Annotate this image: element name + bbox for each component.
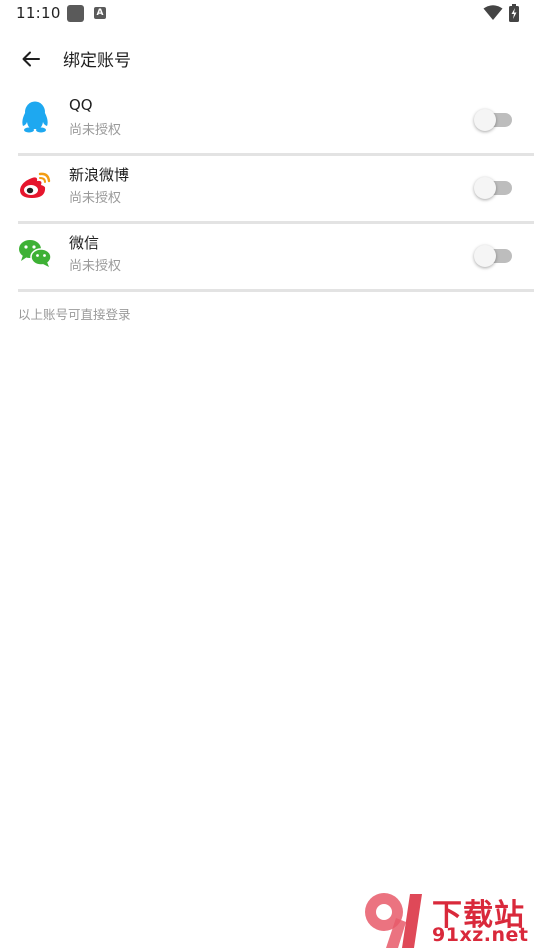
keyboard-a-icon: A — [94, 7, 106, 19]
wechat-icon — [18, 236, 52, 270]
status-time: 11:10 — [16, 4, 61, 22]
status-bar: 11:10 A — [0, 0, 534, 28]
toggle-thumb — [474, 177, 496, 199]
account-row-wechat: 微信 尚未授权 — [18, 224, 534, 292]
account-name: QQ — [69, 96, 93, 114]
account-name: 微信 — [69, 234, 100, 252]
qq-toggle[interactable] — [474, 108, 514, 132]
wifi-icon — [483, 5, 503, 25]
arrow-left-icon — [22, 51, 40, 67]
battery-charging-icon — [509, 4, 519, 26]
account-status: 尚未授权 — [69, 123, 122, 138]
watermark-logo-icon — [365, 893, 422, 948]
qq-icon — [18, 100, 52, 134]
watermark: 下载站 91xz.net — [362, 888, 534, 950]
toggle-thumb — [474, 109, 496, 131]
toggle-thumb — [474, 245, 496, 267]
back-button[interactable] — [16, 44, 46, 74]
weibo-toggle[interactable] — [474, 176, 514, 200]
page-title: 绑定账号 — [63, 51, 131, 71]
notification-square-icon — [67, 5, 84, 22]
account-row-weibo: 新浪微博 尚未授权 — [18, 156, 534, 224]
footer-note: 以上账号可直接登录 — [18, 307, 131, 322]
watermark-url: 91xz.net — [432, 924, 529, 946]
weibo-icon — [18, 168, 52, 202]
account-row-qq: QQ 尚未授权 — [18, 88, 534, 156]
account-name: 新浪微博 — [69, 166, 130, 184]
account-status: 尚未授权 — [69, 191, 122, 206]
account-status: 尚未授权 — [69, 259, 122, 274]
app-bar: 绑定账号 — [0, 30, 534, 86]
wechat-toggle[interactable] — [474, 244, 514, 268]
